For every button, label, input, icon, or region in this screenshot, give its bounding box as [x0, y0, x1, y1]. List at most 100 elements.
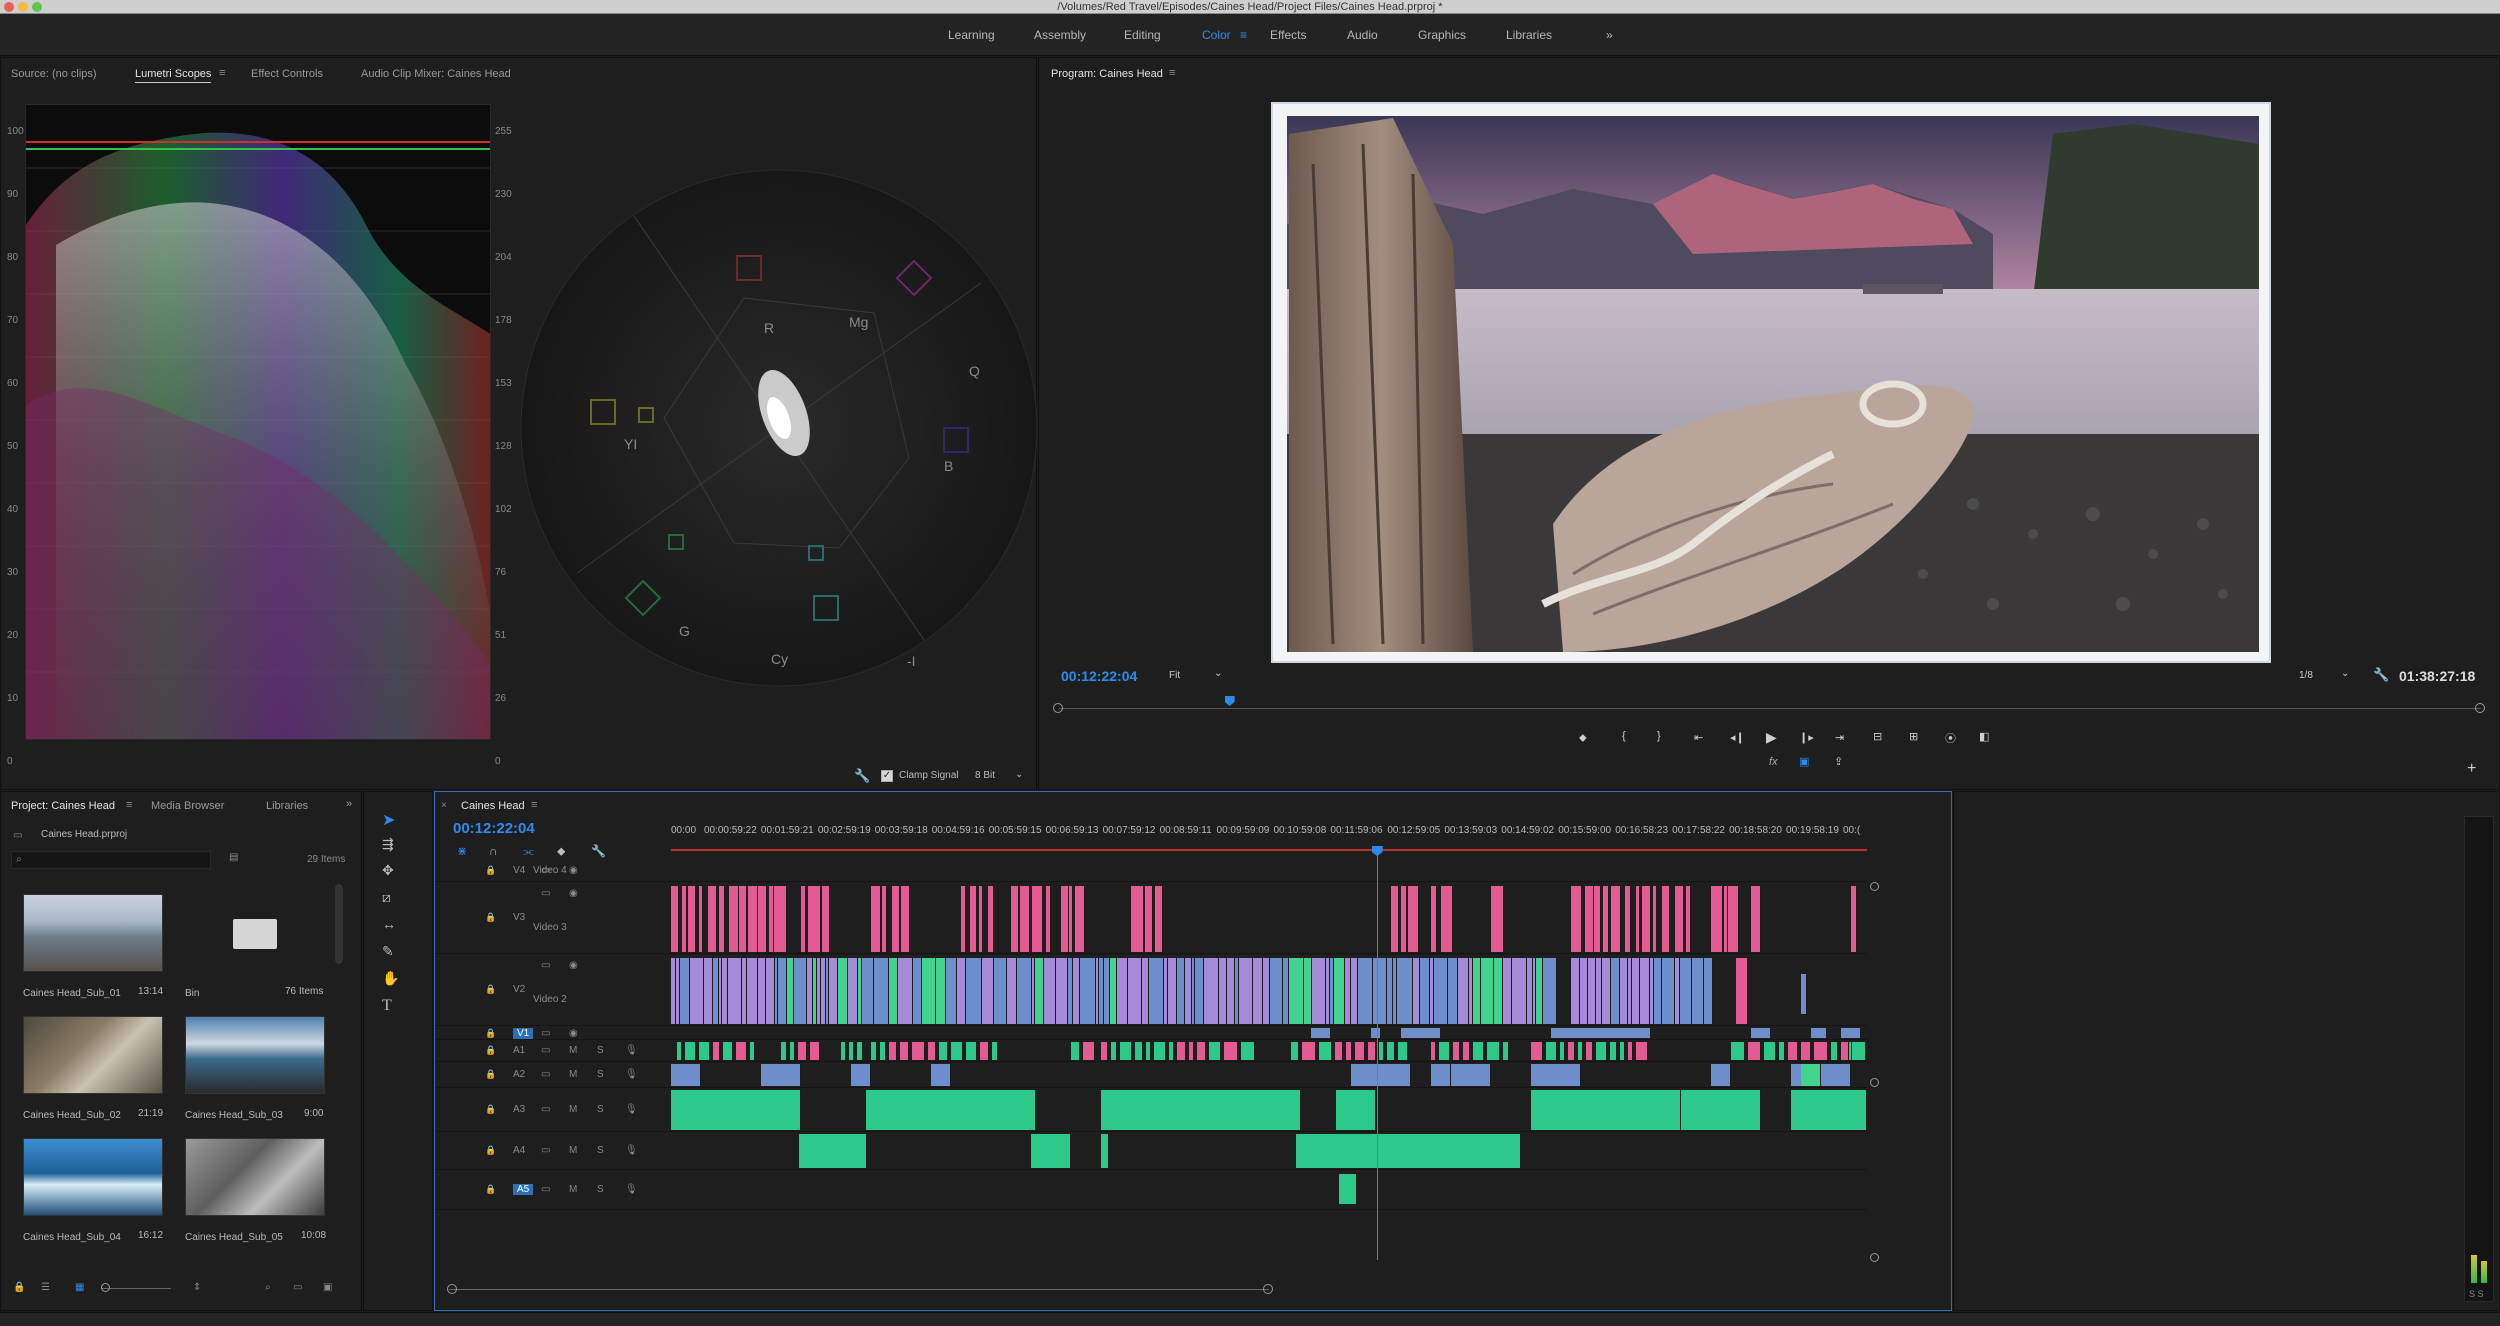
clip-thumbnail[interactable] — [23, 894, 163, 972]
timeline-clip[interactable] — [1397, 958, 1413, 1024]
timeline-clip[interactable] — [1551, 1028, 1651, 1038]
track-lane[interactable] — [671, 1026, 1867, 1040]
timeline-clip[interactable] — [1531, 1064, 1581, 1086]
timeline-clip[interactable] — [787, 958, 794, 1024]
timeline-clip[interactable] — [761, 1064, 801, 1086]
timeline-clip[interactable] — [1751, 1028, 1771, 1038]
timeline-clip[interactable] — [1441, 886, 1453, 952]
timeline-clip[interactable] — [1711, 1064, 1731, 1086]
ripple-edit-tool-icon[interactable]: ✥ — [382, 862, 394, 879]
add-marker-icon[interactable]: ⬥ — [1579, 732, 1587, 745]
timeline-clip[interactable] — [1662, 886, 1670, 952]
timeline-clip[interactable] — [1373, 958, 1387, 1024]
timeline-clip[interactable] — [1154, 1042, 1166, 1060]
timeline-clip[interactable] — [774, 886, 787, 952]
type-tool-icon[interactable]: T — [382, 997, 392, 1015]
timeline-clip[interactable] — [936, 958, 946, 1024]
mute-button[interactable]: M — [569, 1104, 577, 1115]
comparison-view-icon[interactable]: ◧ — [1979, 730, 1989, 743]
timeline-clip[interactable] — [1503, 1042, 1509, 1060]
timeline-clip[interactable] — [1473, 958, 1481, 1024]
time-ruler[interactable]: 00:00 00:00:59:22 00:01:59:21 00:02:59:19 00… — [671, 822, 1867, 852]
timeline-clip[interactable] — [1481, 958, 1494, 1024]
resolution-select[interactable]: 1/8 — [2299, 670, 2313, 681]
timeline-clip[interactable] — [862, 958, 874, 1024]
timeline-clip[interactable] — [1546, 1042, 1557, 1060]
toggle-sync-lock-icon[interactable]: ▭ — [541, 1184, 550, 1195]
timeline-clip[interactable] — [1185, 958, 1192, 1024]
timeline-clip[interactable] — [1401, 1028, 1441, 1038]
extract-icon[interactable]: ⊞ — [1909, 730, 1918, 743]
vertical-scroll-handle[interactable] — [1870, 882, 1879, 891]
timeline-clip[interactable] — [1578, 1042, 1583, 1060]
timeline-clip[interactable] — [1155, 886, 1163, 952]
timeline-clip[interactable] — [980, 1042, 989, 1060]
solo-button[interactable]: S — [597, 1184, 604, 1195]
chevron-down-icon[interactable]: ⌄ — [1214, 668, 1222, 679]
timeline-clip[interactable] — [889, 1042, 897, 1060]
timeline-clip[interactable] — [900, 1042, 909, 1060]
timeline-clip[interactable] — [1602, 958, 1611, 1024]
go-to-in-icon[interactable]: ⇤ — [1694, 731, 1703, 744]
program-monitor-title[interactable]: Program: Caines Head — [1051, 68, 1163, 80]
timeline-clip[interactable] — [1291, 1042, 1299, 1060]
timeline-clip[interactable] — [739, 886, 747, 952]
timeline-clip[interactable] — [1177, 958, 1185, 1024]
timeline-clip[interactable] — [1434, 958, 1448, 1024]
timeline-clip[interactable] — [1632, 958, 1640, 1024]
timeline-clip[interactable] — [1169, 1042, 1174, 1060]
timeline-clip[interactable] — [781, 1042, 787, 1060]
step-back-icon[interactable]: ◂❙ — [1730, 731, 1745, 744]
timeline-clip[interactable] — [901, 886, 910, 952]
timeline-clip[interactable] — [671, 1064, 701, 1086]
timeline-clip[interactable] — [841, 1042, 846, 1060]
eye-icon[interactable]: ◉ — [569, 960, 578, 971]
timeline-clip[interactable] — [1571, 886, 1582, 952]
timeline-clip[interactable] — [1494, 958, 1503, 1024]
timeline-clip[interactable] — [723, 1042, 733, 1060]
timeline-clip[interactable] — [1401, 886, 1407, 952]
timeline-clip[interactable] — [1448, 958, 1458, 1024]
timeline-clip[interactable] — [1177, 1042, 1186, 1060]
timeline-clip[interactable] — [1791, 1090, 1867, 1130]
timeline-timecode[interactable]: 00:12:22:04 — [453, 820, 535, 837]
timeline-clip[interactable] — [1439, 1042, 1450, 1060]
timeline-clip[interactable] — [1580, 958, 1588, 1024]
timeline-clip[interactable] — [961, 886, 966, 952]
timeline-clip[interactable] — [1073, 958, 1080, 1024]
timeline-clip[interactable] — [1560, 1042, 1565, 1060]
timeline-clip[interactable] — [1851, 886, 1857, 952]
timeline-clip[interactable] — [1751, 886, 1761, 952]
timeline-clip[interactable] — [682, 886, 687, 952]
timeline-clip[interactable] — [1080, 958, 1096, 1024]
timeline-clip[interactable] — [966, 958, 982, 1024]
timeline-clip[interactable] — [1346, 1042, 1352, 1060]
toggle-sync-lock-icon[interactable]: ▭ — [541, 1069, 550, 1080]
chevron-down-icon[interactable]: ⌄ — [2341, 668, 2349, 679]
settings-wrench-icon[interactable]: 🔧 — [2373, 667, 2389, 683]
clip-thumbnail[interactable] — [185, 1016, 325, 1094]
timeline-clip[interactable] — [1596, 1042, 1607, 1060]
tab-effect-controls[interactable]: Effect Controls — [251, 68, 323, 80]
lift-icon[interactable]: ⊟ — [1873, 730, 1882, 743]
scrub-end-handle[interactable] — [2475, 703, 2485, 713]
toggle-sync-lock-icon[interactable]: ▭ — [541, 1045, 550, 1056]
timeline-clip[interactable] — [1227, 958, 1235, 1024]
solo-button[interactable]: S — [597, 1145, 604, 1156]
workspace-tab-learning[interactable]: Learning — [948, 28, 995, 42]
timeline-clip[interactable] — [829, 958, 838, 1024]
tab-sequence[interactable]: Caines Head — [461, 800, 525, 812]
workspace-tab-effects[interactable]: Effects — [1270, 28, 1306, 42]
timeline-clip[interactable] — [1224, 1042, 1238, 1060]
vertical-scroll-handle[interactable] — [1870, 1253, 1879, 1262]
timeline-clip[interactable] — [1379, 1042, 1384, 1060]
timeline-clip[interactable] — [1101, 1042, 1108, 1060]
timeline-clip[interactable] — [1571, 958, 1580, 1024]
timeline-clip[interactable] — [1491, 886, 1504, 952]
panel-menu-icon[interactable]: ≡ — [531, 799, 537, 811]
microphone-icon[interactable]: 🎙 — [625, 1184, 638, 1195]
timeline-clip[interactable] — [951, 1042, 963, 1060]
track-lock-icon[interactable]: 🔒 — [485, 1045, 496, 1056]
timeline-clip[interactable] — [1831, 1042, 1838, 1060]
timeline-clip[interactable] — [1083, 1042, 1095, 1060]
